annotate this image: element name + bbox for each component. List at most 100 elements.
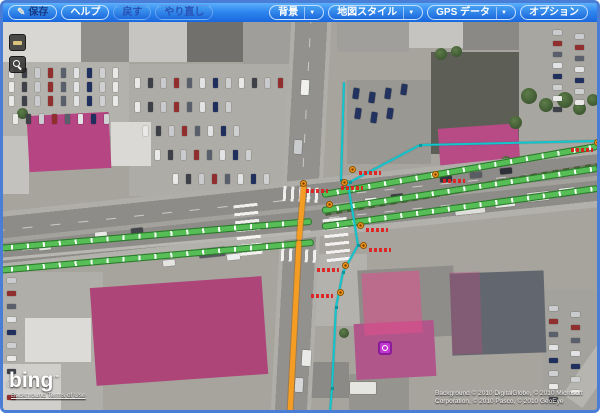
gps-node-marker[interactable]: [300, 180, 307, 187]
background-terms-link[interactable]: Background Terms of Use: [11, 392, 86, 399]
car: [246, 150, 251, 160]
car: [7, 278, 16, 283]
car: [113, 96, 118, 106]
car: [48, 82, 53, 92]
car: [78, 114, 83, 124]
car: [200, 78, 205, 88]
bing-logo: bing™: [9, 368, 59, 391]
car: [553, 74, 562, 79]
gps-node-marker[interactable]: [360, 242, 367, 249]
undo-button[interactable]: 戻す: [113, 5, 151, 20]
save-button[interactable]: ✎ 保存: [8, 5, 57, 20]
redo-button[interactable]: やり直し: [155, 5, 213, 20]
redo-button-label: やり直し: [164, 6, 204, 19]
car: [161, 78, 166, 88]
copyright-line1: Background © 2010 DigitalGlobe, © 2010 M…: [435, 390, 593, 398]
car: [575, 45, 584, 50]
car: [207, 150, 212, 160]
gps-node-marker[interactable]: [341, 179, 348, 186]
car: [74, 82, 79, 92]
car: [52, 114, 57, 124]
car: [161, 102, 166, 112]
measure-tool-icon: [13, 41, 22, 45]
map-viewport[interactable]: bing™ Background Terms of Use Background…: [3, 22, 597, 410]
app-window: ✎ 保存 ヘルプ 戻す やり直し 背景 ▼ 地図スタイル ▼ GPS データ ▼…: [0, 0, 600, 413]
options-button[interactable]: オプション: [520, 5, 588, 20]
map-block: [337, 22, 409, 52]
car: [48, 68, 53, 78]
car: [553, 85, 562, 90]
gps-node-marker[interactable]: [326, 201, 333, 208]
gps-data-menu-label: GPS データ: [436, 6, 490, 19]
chevron-down-icon[interactable]: ▼: [403, 7, 414, 19]
car: [74, 68, 79, 78]
car: [549, 371, 558, 376]
car: [7, 317, 16, 322]
map-style-menu-button[interactable]: 地図スタイル ▼: [328, 5, 423, 20]
car: [199, 174, 204, 184]
node-label: [443, 179, 465, 183]
car: [186, 174, 191, 184]
copyright-line2: Corporation, © 2010 Pasco, © 2010 GeoEye: [435, 398, 593, 406]
node-label: [341, 186, 363, 190]
help-button[interactable]: ヘルプ: [61, 5, 109, 20]
car: [48, 96, 53, 106]
car: [174, 102, 179, 112]
car: [575, 67, 584, 72]
tree: [339, 328, 349, 338]
car: [264, 174, 269, 184]
gps-node-marker[interactable]: [337, 289, 344, 296]
node-label: [359, 171, 381, 175]
gps-node-marker[interactable]: [432, 171, 439, 178]
car: [104, 114, 109, 124]
car: [549, 384, 558, 389]
gps-node-marker[interactable]: [357, 222, 364, 229]
gps-node-marker[interactable]: [594, 139, 598, 146]
car: [74, 96, 79, 106]
car: [226, 78, 231, 88]
map-block: [361, 271, 422, 336]
background-menu-button[interactable]: 背景 ▼: [269, 5, 324, 20]
node-label: [369, 248, 391, 252]
gps-track-cyan[interactable]: [340, 82, 345, 180]
track-vertex: [331, 387, 334, 390]
car: [221, 126, 226, 136]
car: [553, 107, 562, 112]
car: [234, 126, 239, 136]
car: [553, 96, 562, 101]
zoom-search-button[interactable]: [9, 56, 26, 73]
map-block: [450, 272, 483, 355]
car: [553, 63, 562, 68]
chevron-down-icon[interactable]: ▼: [304, 7, 315, 19]
car: [35, 96, 40, 106]
toolbar: ✎ 保存 ヘルプ 戻す やり直し 背景 ▼ 地図スタイル ▼ GPS データ ▼…: [3, 3, 597, 22]
tree: [509, 116, 522, 129]
node-label: [306, 189, 328, 193]
car: [239, 78, 244, 88]
gps-data-menu-button[interactable]: GPS データ ▼: [427, 5, 516, 20]
map-block: [3, 136, 29, 194]
gps-node-marker[interactable]: [349, 166, 356, 173]
car: [7, 291, 16, 296]
car: [7, 356, 16, 361]
map-block: [25, 318, 91, 362]
gps-node-marker[interactable]: [342, 262, 349, 269]
car: [265, 78, 270, 88]
car: [500, 167, 513, 174]
track-vertex: [419, 144, 422, 147]
car: [213, 78, 218, 88]
tree: [539, 98, 553, 112]
car: [227, 253, 241, 260]
car: [187, 78, 192, 88]
node-label: [311, 294, 333, 298]
car: [195, 126, 200, 136]
car: [220, 150, 225, 160]
car: [575, 100, 584, 105]
car: [9, 82, 14, 92]
map-style-menu-label: 地図スタイル: [337, 6, 397, 19]
chevron-down-icon[interactable]: ▼: [496, 7, 507, 19]
poi-marker[interactable]: [378, 341, 392, 355]
copyright-text: Background © 2010 DigitalGlobe, © 2010 M…: [435, 390, 593, 406]
measure-tool-button[interactable]: [9, 34, 26, 51]
magnifier-icon: [13, 60, 23, 70]
